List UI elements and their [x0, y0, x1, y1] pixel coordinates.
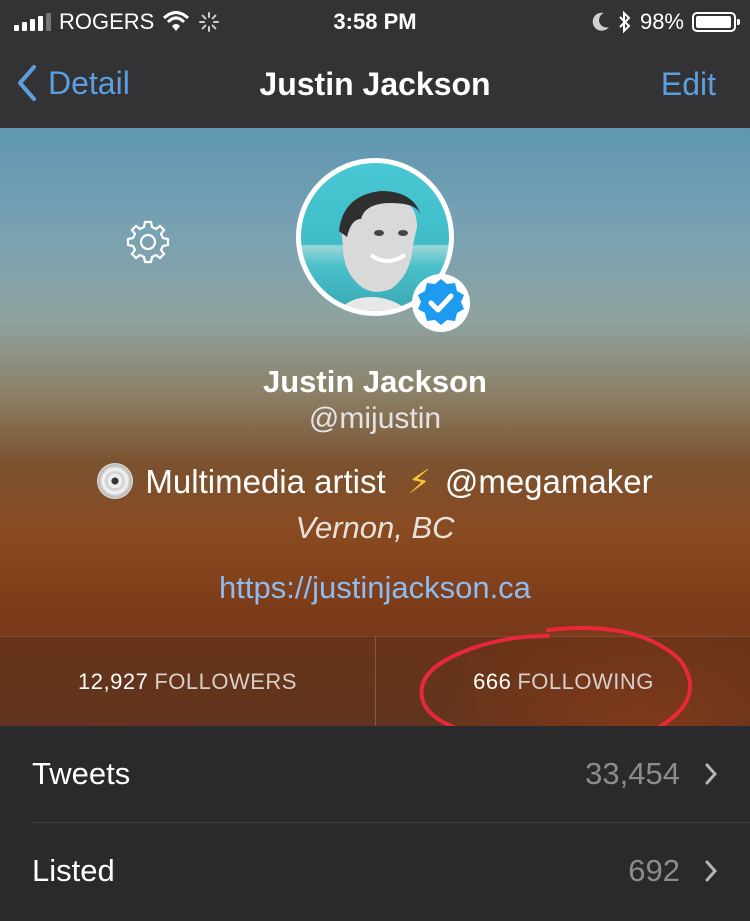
battery-fill — [696, 16, 732, 28]
edit-button[interactable]: Edit — [661, 66, 716, 103]
followers-button[interactable]: 12,927 FOLLOWERS — [0, 637, 375, 726]
page-title: Justin Jackson — [259, 66, 491, 102]
verified-badge-icon — [412, 274, 470, 332]
profile-bio: Multimedia artist ⚡ @megamaker — [0, 462, 750, 501]
list-item-value: 692 — [628, 853, 680, 888]
profile-handle[interactable]: @mijustin — [0, 402, 750, 436]
lightning-icon: ⚡ — [407, 463, 431, 500]
list-item-label: Listed — [32, 853, 115, 888]
list-item-listed[interactable]: Listed 692 — [0, 823, 750, 919]
bio-mention[interactable]: @megamaker — [445, 463, 653, 500]
navigation-bar: Detail Justin Jackson Edit — [0, 52, 750, 116]
moon-icon — [592, 12, 609, 31]
status-right: 98% — [592, 9, 740, 35]
chevron-right-icon — [705, 860, 718, 882]
top-bar: ROGERS 3:58 PM 98% Detail Justin Jackson… — [0, 0, 750, 128]
list-item-value: 33,454 — [585, 756, 680, 791]
followers-count: 12,927 — [78, 669, 149, 694]
list-item-label: Tweets — [32, 756, 131, 791]
bio-text: Multimedia artist — [145, 463, 386, 500]
bluetooth-icon — [619, 11, 631, 33]
battery-icon — [692, 12, 740, 32]
status-bar: ROGERS 3:58 PM 98% — [0, 0, 750, 42]
profile-list: Tweets 33,454 Listed 692 — [0, 726, 750, 921]
list-item-tweets[interactable]: Tweets 33,454 — [0, 726, 750, 822]
battery-percent: 98% — [639, 9, 684, 34]
cd-icon — [97, 463, 134, 499]
followers-label: FOLLOWERS — [154, 669, 297, 694]
gear-icon[interactable] — [124, 218, 172, 266]
profile-name: Justin Jackson — [263, 364, 487, 399]
chevron-right-icon — [705, 763, 718, 785]
profile-url-link[interactable]: https://justinjackson.ca — [0, 570, 750, 606]
list-divider — [32, 822, 750, 823]
profile-location: Vernon, BC — [295, 510, 455, 545]
